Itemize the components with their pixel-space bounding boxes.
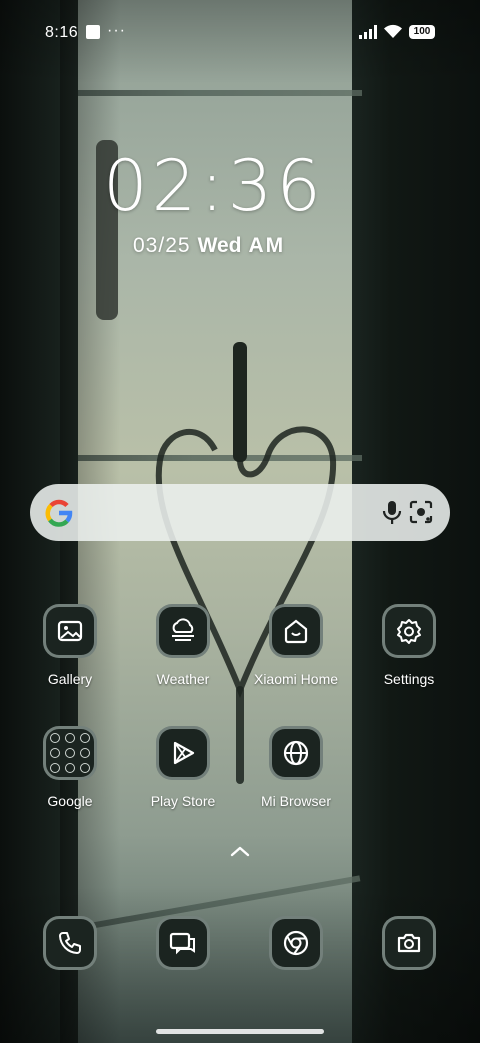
app-label: Xiaomi Home — [253, 671, 339, 687]
gear-icon — [382, 604, 436, 658]
app-mi-browser[interactable]: Mi Browser — [241, 726, 351, 809]
play-store-icon — [156, 726, 210, 780]
folder-google[interactable]: Google — [15, 726, 125, 809]
messages-icon[interactable] — [156, 916, 210, 970]
app-label: Settings — [383, 671, 435, 687]
chrome-icon[interactable] — [269, 916, 323, 970]
app-play-store[interactable]: Play Store — [128, 726, 238, 809]
app-xiaomi-home[interactable]: Xiaomi Home — [241, 604, 351, 687]
ampm-text: AM — [248, 234, 286, 257]
status-icons: 100 — [359, 24, 435, 39]
weekday-text: Wed — [197, 234, 242, 257]
phone-icon[interactable] — [43, 916, 97, 970]
app-label: Gallery — [47, 671, 93, 687]
camera-lens-icon[interactable] — [407, 498, 435, 526]
signal-icon — [359, 24, 377, 39]
app-gallery[interactable]: Gallery — [15, 604, 125, 687]
status-time: 8:16 — [45, 24, 79, 41]
home-icon — [269, 604, 323, 658]
date-text: 03/25 — [133, 234, 191, 257]
app-label: Google — [47, 793, 93, 809]
weather-icon — [156, 604, 210, 658]
gallery-icon — [43, 604, 97, 658]
more-notifications-icon: ··· — [107, 22, 126, 39]
app-settings[interactable]: Settings — [354, 604, 464, 687]
folder-icon — [43, 726, 97, 780]
home-gesture-bar[interactable] — [156, 1029, 324, 1034]
camera-icon[interactable] — [382, 916, 436, 970]
google-search-bar[interactable] — [30, 484, 450, 541]
app-weather[interactable]: Weather — [128, 604, 238, 687]
globe-icon — [269, 726, 323, 780]
clock-date[interactable]: 03/25 Wed AM — [133, 234, 285, 258]
google-g-icon — [45, 499, 73, 527]
chevron-up-icon[interactable] — [227, 842, 253, 860]
app-label: Play Store — [150, 793, 216, 809]
wifi-icon — [384, 24, 402, 38]
notification-icon — [86, 25, 100, 39]
clock-time[interactable]: 02:36 — [0, 148, 428, 224]
app-label: Mi Browser — [260, 793, 331, 809]
microphone-icon[interactable] — [378, 498, 406, 526]
app-label: Weather — [156, 671, 210, 687]
battery-icon: 100 — [409, 24, 435, 39]
status-bar: 8:16 ··· 100 — [0, 0, 480, 64]
